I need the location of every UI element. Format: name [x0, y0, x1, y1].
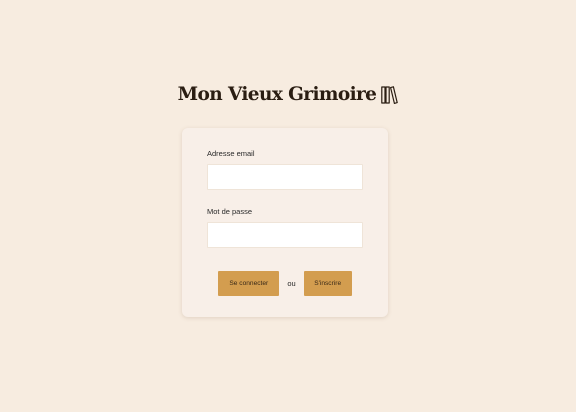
books-icon — [381, 85, 399, 104]
form-actions: Se connecter ou S'inscrire — [182, 271, 388, 296]
email-field[interactable] — [207, 164, 363, 190]
login-button[interactable]: Se connecter — [218, 271, 280, 296]
email-label: Adresse email — [207, 149, 255, 158]
brand-title: Mon Vieux Grimoire — [177, 84, 377, 105]
password-field[interactable] — [207, 222, 363, 248]
separator-text: ou — [287, 279, 296, 288]
brand-header: Mon Vieux Grimoire — [0, 84, 576, 105]
password-label: Mot de passe — [207, 207, 253, 216]
login-card: Adresse email Mot de passe Se connecter … — [182, 128, 388, 317]
signup-button[interactable]: S'inscrire — [303, 271, 352, 296]
login-page: Mon Vieux Grimoire Adresse email Mot de … — [0, 0, 576, 412]
